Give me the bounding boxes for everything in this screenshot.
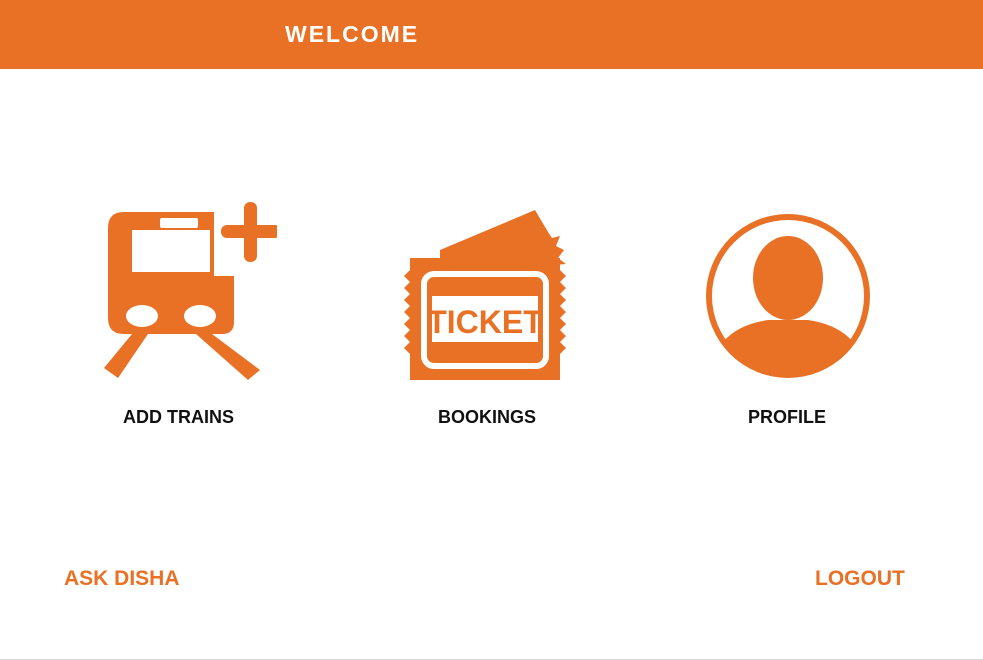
ask-disha-link[interactable]: ASK DISHA [64,566,180,592]
profile-label: PROFILE [748,407,827,427]
add-trains-label: ADD TRAINS [123,407,234,427]
ticket-icon-text: TICKET [427,304,543,340]
page-title: WELCOME [285,21,420,47]
bookings-label: BOOKINGS [438,407,537,427]
logout-link[interactable]: LOGOUT [815,566,905,592]
ticket-icon: TICKET [404,210,566,380]
profile-tile[interactable]: PROFILE [698,200,878,440]
add-trains-tile[interactable]: ADD TRAINS [92,200,277,440]
bookings-tile[interactable]: TICKET BOOKINGS [395,200,585,440]
header-bar: WELCOME [0,0,983,69]
home-screen: WELCOME ADD TRAINS TICKET BOOKINGS PROFI… [0,0,983,660]
user-avatar-icon [706,214,870,378]
train-add-icon [104,200,277,380]
